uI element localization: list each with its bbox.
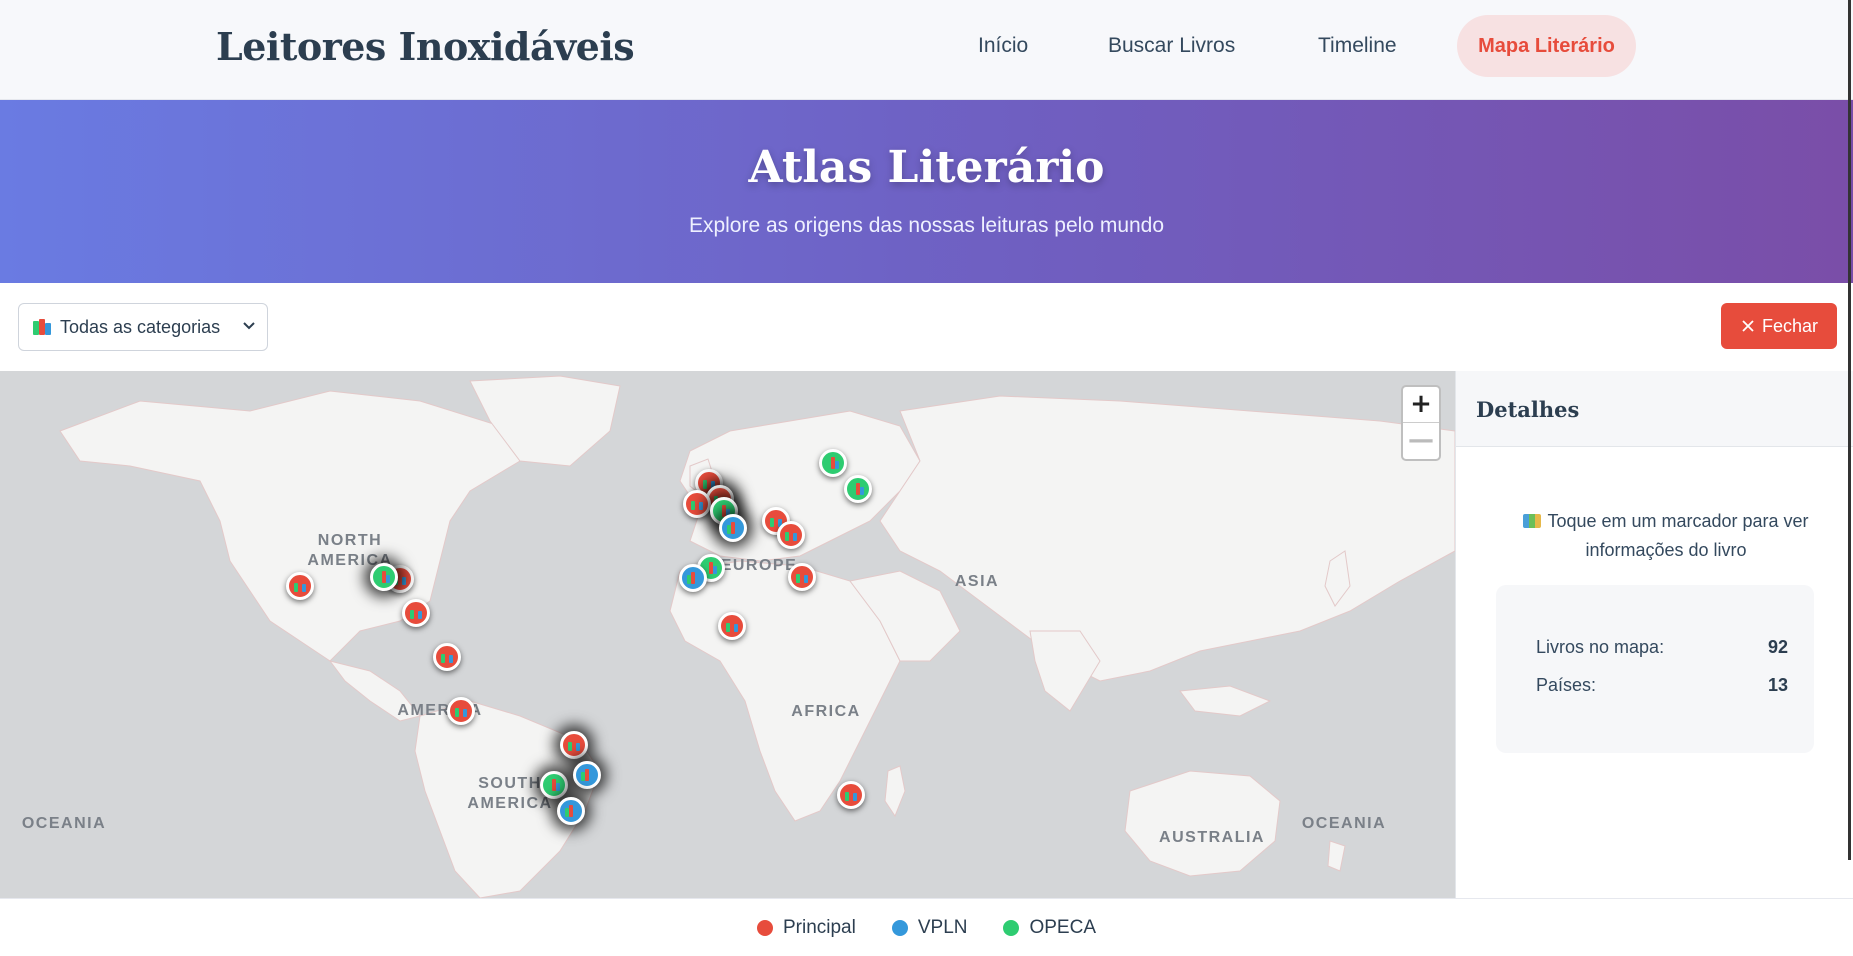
world-map[interactable]: NORTH AMERICA SOUTH AMERICA AMERICA EURO…: [0, 371, 1455, 898]
legend-item-opeca: OPECA: [1003, 917, 1096, 939]
books-icon: [378, 571, 390, 583]
map-marker-principal[interactable]: [777, 521, 805, 549]
navbar: Leitores Inoxidáveis Início Buscar Livro…: [0, 0, 1853, 100]
map-label-oceania-west: OCEANIA: [21, 815, 107, 832]
stat-countries: Países: 13: [1536, 675, 1788, 696]
category-select[interactable]: Todas as categorias: [18, 303, 268, 351]
nav-link-timeline[interactable]: Timeline: [1318, 34, 1397, 58]
close-button[interactable]: Fechar: [1721, 303, 1837, 349]
map-label-australia: AUSTRALIA: [1159, 829, 1265, 846]
stat-value: 13: [1767, 675, 1788, 695]
map-marker-opeca[interactable]: [370, 563, 398, 591]
books-icon: [727, 522, 739, 534]
close-button-label: Fechar: [1761, 315, 1819, 336]
books-icon: [294, 580, 306, 592]
books-icon: [33, 319, 51, 335]
books-icon: [687, 572, 699, 584]
map-label-oceania-east: OCEANIA: [1301, 815, 1387, 832]
map-label-africa: AFRICA: [791, 703, 861, 720]
brand-title[interactable]: Leitores Inoxidáveis: [216, 24, 635, 69]
map-marker-principal[interactable]: [286, 572, 314, 600]
stat-label: Livros no mapa:: [1536, 637, 1665, 657]
map-marker-principal[interactable]: [718, 612, 746, 640]
details-hint-text: Toque em um marcador para ver informaçõe…: [1547, 511, 1809, 560]
map-marker-principal[interactable]: [402, 599, 430, 627]
map-label-asia: ASIA: [954, 573, 1000, 590]
category-select-value: Todas as categorias: [60, 316, 221, 337]
map-marker-opeca[interactable]: [540, 771, 568, 799]
map-marker-vpln[interactable]: [679, 564, 707, 592]
zoom-control: + —: [1401, 385, 1441, 461]
map-label-america: AMERICA: [397, 702, 483, 719]
legend-item-principal: Principal: [756, 916, 856, 939]
map-marker-principal[interactable]: [683, 490, 711, 518]
books-icon: [568, 739, 580, 751]
legend-dot: [891, 919, 908, 936]
books-icon: [455, 705, 467, 717]
map-legend: Principal VPLN OPECA: [0, 898, 1853, 956]
books-icon: [410, 607, 422, 619]
legend-dot: [756, 919, 773, 936]
map-marker-principal[interactable]: [788, 563, 816, 591]
page-subtitle: Explore as origens das nossas leituras p…: [688, 214, 1165, 237]
map-marker-opeca[interactable]: [819, 449, 847, 477]
map-marker-vpln[interactable]: [557, 797, 585, 825]
zoom-in-button[interactable]: +: [1403, 387, 1439, 423]
map-marker-principal[interactable]: [433, 643, 461, 671]
details-title: Detalhes: [1456, 371, 1853, 447]
hero-banner: Atlas Literário Explore as origens das n…: [0, 100, 1853, 283]
books-icon: [827, 457, 839, 469]
stats-card: Livros no mapa: 92 Países: 13: [1496, 585, 1814, 753]
legend-item-vpln: VPLN: [891, 916, 968, 939]
legend-label: VPLN: [917, 916, 968, 938]
books-icon: [726, 620, 738, 632]
books-icon: [796, 571, 808, 583]
map-marker-principal[interactable]: [447, 697, 475, 725]
nav-link-buscar-livros[interactable]: Buscar Livros: [1108, 34, 1235, 58]
nav-link-inicio[interactable]: Início: [978, 34, 1028, 58]
books-icon: [441, 651, 453, 663]
details-panel: Detalhes Toque em um marcador para ver i…: [1455, 371, 1853, 898]
stat-value: 92: [1767, 637, 1788, 657]
books-icon: [565, 805, 577, 817]
legend-dot: [1003, 919, 1020, 936]
map-marker-principal[interactable]: [560, 731, 588, 759]
map-marker-opeca[interactable]: [844, 475, 872, 503]
legend-label: OPECA: [1029, 916, 1097, 938]
map-marker-principal[interactable]: [837, 781, 865, 809]
scrollbar[interactable]: [1848, 0, 1851, 860]
books-icon: [691, 498, 703, 510]
close-icon: [1742, 320, 1754, 332]
zoom-out-button[interactable]: —: [1403, 423, 1439, 459]
map-marker-vpln[interactable]: [573, 761, 601, 789]
books-icon: [785, 529, 797, 541]
map-marker-vpln[interactable]: [719, 514, 747, 542]
map-icon: [1523, 514, 1542, 528]
books-icon: [845, 789, 857, 801]
chevron-down-icon: [243, 322, 255, 330]
page-title: Atlas Literário: [748, 142, 1105, 193]
books-icon: [548, 779, 560, 791]
stat-label: Países:: [1536, 675, 1597, 695]
books-icon: [581, 769, 593, 781]
stat-books-on-map: Livros no mapa: 92: [1536, 637, 1788, 658]
legend-label: Principal: [782, 916, 856, 938]
books-icon: [705, 562, 717, 574]
details-hint: Toque em um marcador para ver informaçõe…: [1496, 507, 1836, 565]
books-icon: [852, 483, 864, 495]
map-toolbar: Todas as categorias Fechar: [0, 283, 1853, 371]
nav-link-mapa-literario[interactable]: Mapa Literário: [1457, 15, 1636, 77]
